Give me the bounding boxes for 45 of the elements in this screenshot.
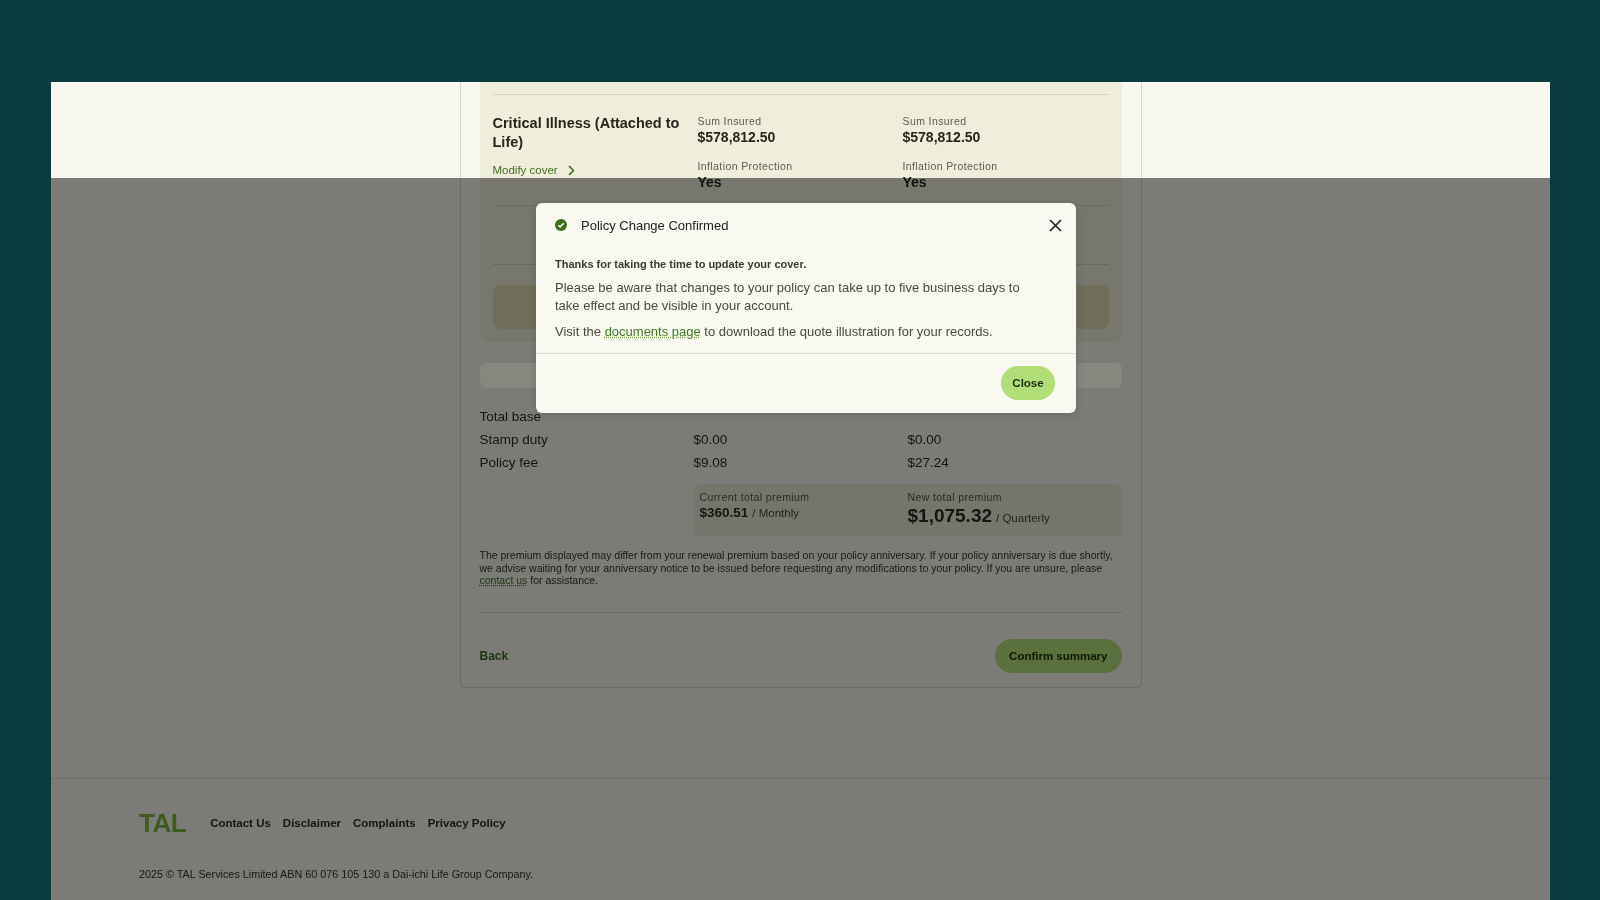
footer-link[interactable]: Disclaimer (282, 816, 341, 829)
close-icon (1049, 218, 1062, 232)
documents-page-link[interactable]: documents page (604, 324, 701, 339)
new-value: $0.00 (907, 431, 942, 449)
field-value: Yes (697, 173, 722, 191)
row-label: Policy fee (479, 454, 539, 472)
check-circle-icon (555, 219, 567, 231)
field-value: $578,812.50 (902, 128, 981, 146)
premium-label: Current total premium (699, 490, 810, 504)
current-value: $0.00 (693, 431, 728, 449)
close-button[interactable] (1049, 218, 1062, 232)
premium-amount: $1,075.32 (907, 504, 993, 528)
table-header-bar (479, 363, 537, 388)
footer-link[interactable]: Contact Us (210, 816, 271, 829)
field-value: Yes (902, 173, 927, 191)
close-dialog-button[interactable]: Close (1001, 366, 1055, 400)
field-value: $578,812.50 (697, 128, 776, 146)
table-header-bar (1076, 363, 1122, 388)
dialog-documents-text: Visit the documents page to download the quote illustration for your records. (555, 323, 993, 341)
row-label: Stamp duty (479, 431, 548, 449)
dialog-title: Policy Change Confirmed (581, 217, 730, 233)
disclaimer-text: The premium displayed may differ from your renewal premium based on your policy anniversary. If your policy anniversary is due shortly, we advise waiting for your anniversary notice to be issued before requesting any modifications to your policy. If you are unsure, please contact us for assistance. (479, 549, 1114, 587)
field-label: Inflation Protection (697, 159, 793, 173)
premium-frequency: / Monthly (752, 507, 799, 519)
field-label: Inflation Protection (902, 159, 998, 173)
dialog-intro: Thanks for taking the time to update your cover. (555, 257, 807, 271)
current-value: $9.08 (693, 454, 728, 472)
panel-button[interactable] (492, 285, 537, 329)
premium-label: New total premium (907, 490, 1002, 504)
footer-link[interactable]: Complaints (353, 816, 416, 829)
modify-cover-link[interactable]: Modify cover (492, 163, 575, 177)
new-value: $27.24 (907, 454, 949, 472)
cover-name: Critical Illness (Attached to Life) (492, 114, 681, 152)
footer-link[interactable]: Privacy Policy (427, 816, 506, 829)
field-label: Sum Insured (697, 114, 762, 128)
premium-amount: $360.51 (699, 504, 749, 522)
confirm-summary-button[interactable]: Confirm summary (995, 638, 1122, 673)
row-label: Total base (479, 408, 542, 426)
copyright-text: 2025 © TAL Services Limited ABN 60 076 105 130 a Dai-ichi Life Group Company. (139, 866, 534, 881)
field-label: Sum Insured (902, 114, 967, 128)
back-link[interactable]: Back (479, 648, 509, 663)
premium-frequency: / Quarterly (996, 512, 1050, 524)
contact-us-link[interactable]: contact us (479, 574, 528, 586)
dialog-message: Please be aware that changes to your policy can take up to five business days to take effect and be visible in your account. (555, 279, 1021, 315)
chevron-right-icon (567, 164, 575, 176)
